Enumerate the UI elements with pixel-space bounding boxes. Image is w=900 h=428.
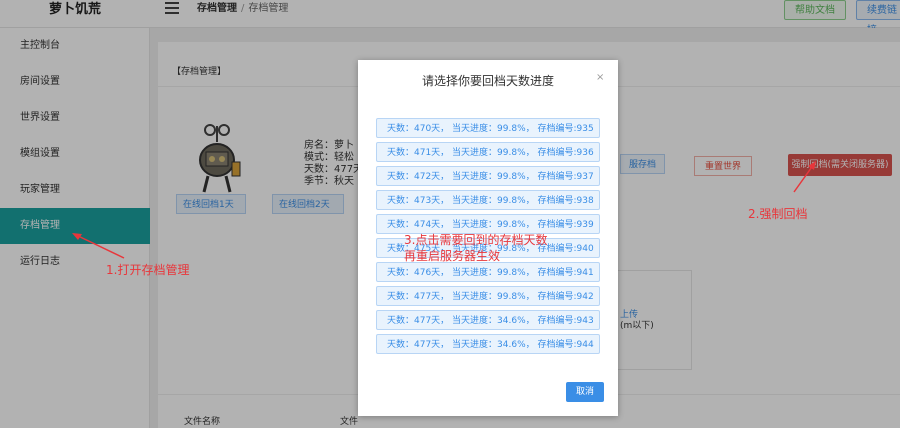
- annotation-step3-line1: 3.点击需要回到的存档天数: [404, 233, 548, 247]
- close-icon[interactable]: ×: [596, 72, 604, 83]
- save-item[interactable]: 天数：470天， 当天进度：99.8%， 存档编号:935: [376, 118, 600, 138]
- annotation-step1: 1.打开存档管理: [106, 263, 190, 277]
- save-item[interactable]: 天数：477天， 当天进度：99.8%， 存档编号:942: [376, 286, 600, 306]
- save-item[interactable]: 天数：472天， 当天进度：99.8%， 存档编号:937: [376, 166, 600, 186]
- cancel-button[interactable]: 取消: [566, 382, 604, 402]
- save-item[interactable]: 天数：474天， 当天进度：99.8%， 存档编号:939: [376, 214, 600, 234]
- save-item[interactable]: 天数：471天， 当天进度：99.8%， 存档编号:936: [376, 142, 600, 162]
- annotation-step3: 3.点击需要回到的存档天数 再重启服务器生效: [404, 232, 547, 264]
- save-item[interactable]: 天数：476天， 当天进度：99.8%， 存档编号:941: [376, 262, 600, 282]
- annotation-step2: 2.强制回档: [748, 207, 808, 221]
- annotation-step3-line2: 再重启服务器生效: [404, 249, 501, 263]
- save-item[interactable]: 天数：477天， 当天进度：34.6%， 存档编号:944: [376, 334, 600, 354]
- save-item[interactable]: 天数：473天， 当天进度：99.8%， 存档编号:938: [376, 190, 600, 210]
- dialog-title: 请选择你要回档天数进度: [421, 74, 554, 88]
- save-item[interactable]: 天数：477天， 当天进度：34.6%， 存档编号:943: [376, 310, 600, 330]
